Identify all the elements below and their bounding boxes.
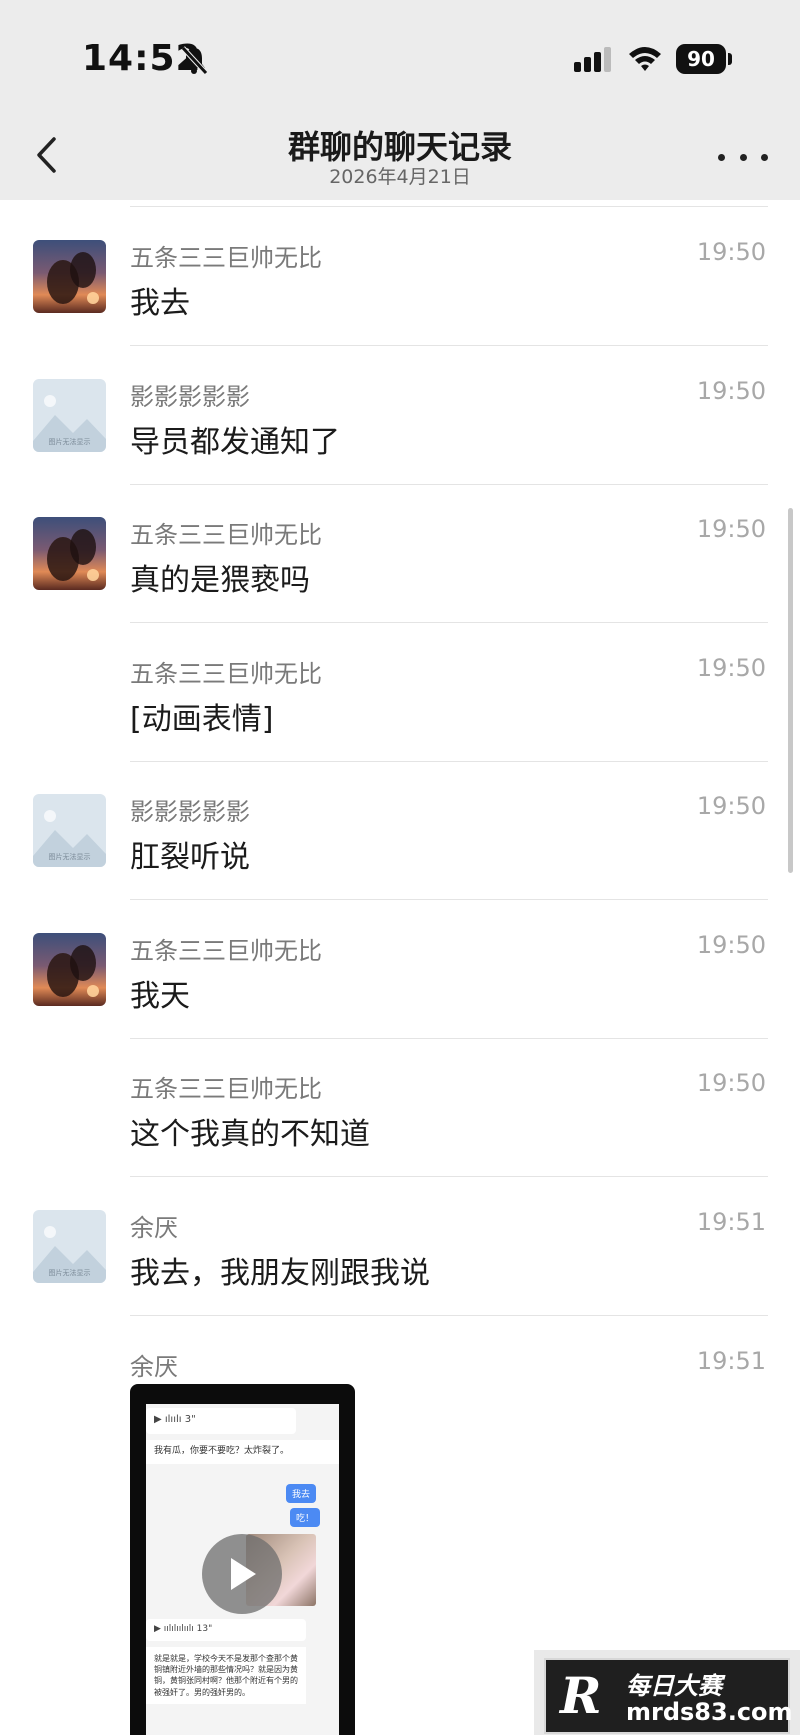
play-button[interactable] xyxy=(202,1534,282,1614)
avatar-placeholder[interactable]: 图片无法显示 xyxy=(33,1209,106,1283)
avatar-placeholder[interactable]: 图片无法显示 xyxy=(33,794,106,867)
message-sender: 影影影影影 xyxy=(130,798,250,826)
message-time: 19:50 xyxy=(696,376,766,405)
message-sender: 余厌 xyxy=(130,1213,178,1242)
message-sender: 五条三三巨帅无比 xyxy=(130,244,322,272)
more-dot xyxy=(718,153,725,161)
message-row[interactable]: 五条三三巨帅无比 19:50 真的是猥亵吗 xyxy=(0,485,800,623)
message-sender: 余厌 xyxy=(130,1353,178,1381)
message-sender: 五条三三巨帅无比 xyxy=(130,521,322,549)
message-text: 导员都发通知了 xyxy=(130,424,340,460)
voice-play-icon: ▶ ıılılıılıılı xyxy=(154,1624,197,1634)
message-text: 肛裂听说 xyxy=(130,840,250,875)
voice-play-icon: ▶ ılıılı xyxy=(154,1414,185,1425)
message-sender: 五条三三巨帅无比 xyxy=(130,1075,322,1103)
avatar-image xyxy=(33,517,106,590)
play-icon xyxy=(231,1558,256,1590)
watermark-letter: R xyxy=(560,1666,602,1725)
message-time: 19:50 xyxy=(696,930,766,959)
message-text: 真的是猥亵吗 xyxy=(130,563,310,598)
thumb-text-line: 我有瓜，你要不要吃？太炸裂了。 xyxy=(146,1440,339,1464)
message-text: 我去 xyxy=(130,286,190,321)
more-button[interactable] xyxy=(718,140,768,174)
message-time: 19:50 xyxy=(696,238,766,266)
message-row[interactable]: 五条三三巨帅无比 19:50 这个我真的不知道 xyxy=(0,1039,800,1177)
avatar-placeholder-caption: 图片无法显示 xyxy=(48,1268,91,1277)
thumb-bubble-2: 吃！ xyxy=(290,1508,321,1527)
message-text: 这个我真的不知道 xyxy=(130,1117,370,1152)
watermark-logo: R 每日大赛 mrds83.com xyxy=(544,1658,793,1734)
watermark: R 每日大赛 mrds83.com xyxy=(534,1650,800,1735)
battery-level: 90 xyxy=(676,44,726,74)
more-dot xyxy=(761,153,768,161)
more-dot xyxy=(739,153,747,161)
message-time: 19:50 xyxy=(696,515,766,543)
watermark-brand: 每日大赛 xyxy=(626,1672,722,1700)
divider xyxy=(130,1314,768,1316)
message-text: 我去，我朋友刚跟我说 xyxy=(130,1255,430,1291)
nav-bar: 群聊的聊天记录 2026年4月21日 xyxy=(0,110,800,200)
message-row[interactable]: 图片无法显示 影影影影影 19:50 导员都发通知了 xyxy=(0,347,800,485)
avatar-image xyxy=(33,240,106,313)
bell-slash-icon xyxy=(181,46,208,75)
message-time: 19:51 xyxy=(696,1207,766,1236)
message-time: 19:50 xyxy=(696,1069,766,1097)
message-row[interactable]: 五条三三巨帅无比 19:50 [动画表情] xyxy=(0,624,800,762)
signal-icon xyxy=(574,47,611,72)
voice-duration: 13" xyxy=(196,1624,213,1634)
message-text: [动画表情] xyxy=(130,701,274,737)
battery-tip xyxy=(728,53,732,65)
watermark-url: mrds83.com xyxy=(626,1698,793,1726)
video-thumbnail[interactable]: ▶ ılıılı 3" 我有瓜，你要不要吃？太炸裂了。 我去 吃！ ▶ ıılı… xyxy=(130,1384,355,1735)
voice-message-2: ▶ ıılılıılıılı 13" xyxy=(146,1619,306,1641)
page-subtitle: 2026年4月21日 xyxy=(329,166,471,188)
message-sender: 影影影影影 xyxy=(130,382,250,411)
thumb-bubble-1: 我去 xyxy=(286,1484,317,1503)
avatar-image xyxy=(33,932,106,1006)
avatar-placeholder[interactable]: 图片无法显示 xyxy=(33,378,106,452)
scrollbar[interactable] xyxy=(788,508,793,873)
message-row[interactable]: 图片无法显示 余厌 19:51 我去，我朋友刚跟我说 xyxy=(0,1178,800,1316)
divider xyxy=(130,206,768,207)
avatar-placeholder-caption: 图片无法显示 xyxy=(48,853,91,861)
message-sender: 五条三三巨帅无比 xyxy=(130,936,322,965)
message-sender: 五条三三巨帅无比 xyxy=(130,659,322,688)
status-bar: 14:52 90 xyxy=(0,0,800,110)
message-text: 我天 xyxy=(130,978,190,1014)
message-time: 19:51 xyxy=(696,1347,766,1375)
avatar-sunset[interactable] xyxy=(33,517,106,590)
avatar-placeholder-caption: 图片无法显示 xyxy=(48,437,91,446)
voice-message-1: ▶ ılıılı 3" xyxy=(146,1408,296,1434)
avatar-sunset[interactable] xyxy=(33,932,106,1006)
message-time: 19:50 xyxy=(696,792,766,820)
message-row[interactable]: 图片无法显示 影影影影影 19:50 肛裂听说 xyxy=(0,762,800,900)
avatar-sunset[interactable] xyxy=(33,240,106,313)
thumb-paragraph: 就是就是，学校今天不是发那个查那个黄铜镇附近外墙的那些情况吗？就是因为黄铜，黄铜… xyxy=(146,1647,306,1704)
wifi-icon xyxy=(629,47,661,71)
message-time: 19:50 xyxy=(696,653,766,682)
voice-duration: 3" xyxy=(184,1414,196,1425)
message-row[interactable]: 五条三三巨帅无比 19:50 我天 xyxy=(0,901,800,1039)
chat-history-screen: 14:52 90 群聊的聊天记录 2026年4月21日 五条三三巨帅无比 19:… xyxy=(0,0,800,1735)
message-row[interactable]: 五条三三巨帅无比 19:50 我去 xyxy=(0,208,800,346)
